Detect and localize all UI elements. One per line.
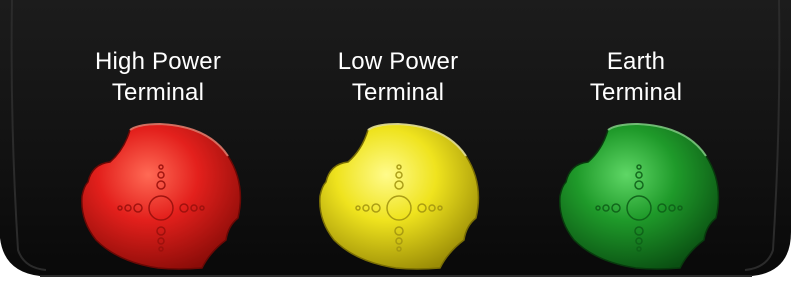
terminal-high-power: High Power Terminal bbox=[58, 46, 258, 108]
label-line-2: Terminal bbox=[589, 79, 683, 106]
terminal-low-power: Low Power Terminal bbox=[298, 46, 498, 108]
label-line-1: Low Power bbox=[337, 48, 459, 75]
earth-terminal-knob[interactable] bbox=[556, 122, 726, 270]
terminal-label-high-power: High Power Terminal bbox=[58, 46, 258, 108]
terminal-panel: High Power Terminal Low Power Terminal E… bbox=[0, 0, 791, 286]
high-power-terminal-knob[interactable] bbox=[78, 122, 248, 270]
label-line-2: Terminal bbox=[351, 79, 445, 106]
label-line-2: Terminal bbox=[111, 79, 205, 106]
low-power-terminal-knob[interactable] bbox=[316, 122, 486, 270]
terminal-earth: Earth Terminal bbox=[536, 46, 736, 108]
terminal-label-low-power: Low Power Terminal bbox=[298, 46, 498, 108]
label-line-1: Earth bbox=[606, 48, 666, 75]
label-line-1: High Power bbox=[94, 48, 222, 75]
terminal-label-earth: Earth Terminal bbox=[536, 46, 736, 108]
